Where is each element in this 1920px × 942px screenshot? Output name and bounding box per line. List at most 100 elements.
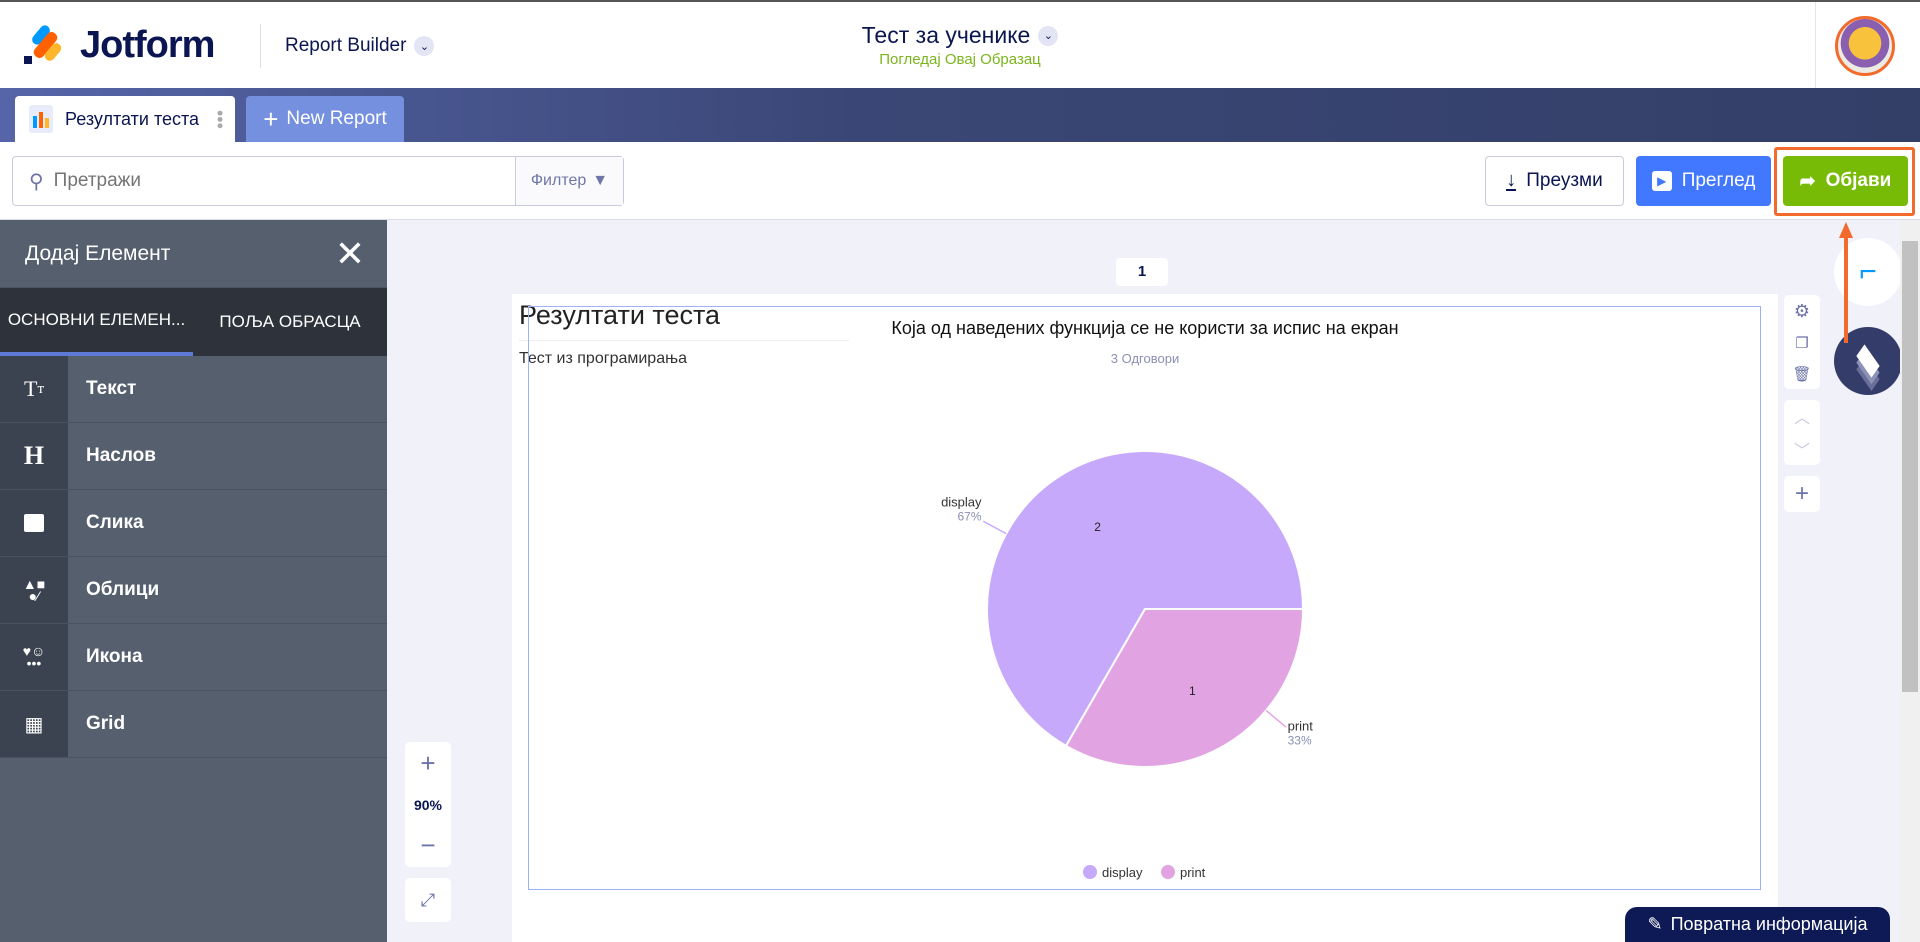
gear-icon[interactable]: ⚙ (1794, 301, 1810, 322)
annotation-arrowhead (1839, 222, 1853, 238)
play-icon: ▶ (1651, 171, 1672, 191)
chevron-down-icon[interactable]: ﹀ (1794, 437, 1810, 461)
tab-form-fields[interactable]: ПОЉА ОБРАСЦА (193, 288, 387, 356)
app-name: Report Builder (285, 35, 407, 56)
slice-value-label: 2 (1094, 520, 1101, 534)
element-image[interactable]: Слика (0, 490, 387, 557)
element-label: Grid (86, 713, 126, 734)
feedback-icon: ✎ (1647, 914, 1663, 934)
app-switcher[interactable]: Report Builder ⌄ (285, 35, 435, 57)
zoom-level: 90% (413, 796, 443, 813)
panel-header: Додај Елемент ✕ (0, 220, 387, 288)
funnel-icon: ▼ (592, 172, 609, 189)
preview-button[interactable]: ▶ Преглед (1636, 156, 1771, 206)
tab-report-results[interactable]: Резултати теста ••• (15, 96, 235, 142)
new-report-label: New Report (286, 108, 387, 129)
search-input[interactable] (53, 170, 474, 192)
paint-roller-icon: ⌐ (1859, 255, 1877, 288)
publish-label: Објави (1825, 170, 1892, 191)
form-title-area: Тест за ученике ⌄ Погледај Овај Образац (760, 22, 1160, 68)
bar-chart-icon (29, 105, 53, 133)
zoom-out-icon[interactable]: − (420, 830, 435, 861)
element-heading[interactable]: H Наслов (0, 423, 387, 490)
download-button[interactable]: ↓ Преузми (1485, 156, 1624, 206)
form-title[interactable]: Тест за ученике ⌄ (862, 22, 1059, 49)
search-icon: ⚲ (29, 170, 44, 193)
feedback-button[interactable]: ✎ Повратна информација (1625, 907, 1890, 942)
text-icon: Tт (0, 356, 68, 422)
heart-smiley-icon: ♥☺ ••• (0, 624, 68, 690)
element-label: Слика (86, 512, 144, 533)
search-box: ⚲ Филтер ▼ (12, 156, 624, 206)
legend-label[interactable]: print (1180, 865, 1206, 880)
slice-percent-label: 67% (957, 509, 981, 523)
close-icon[interactable]: ✕ (335, 233, 365, 275)
divider (1815, 2, 1816, 90)
legend-marker (1161, 865, 1175, 879)
top-header: Jotform Report Builder ⌄ Тест за ученике… (0, 0, 1920, 90)
element-label: Текст (86, 378, 137, 399)
form-title-text: Тест за ученике (861, 22, 1031, 48)
scrollbar-thumb[interactable] (1902, 241, 1918, 692)
zoom-in-icon[interactable]: + (420, 748, 435, 779)
element-grid[interactable]: ▦ Grid (0, 691, 387, 758)
scrollbar[interactable] (1900, 220, 1920, 942)
panel-title: Додај Елемент (25, 241, 171, 265)
share-arrow-icon: ➦ (1799, 170, 1816, 192)
leader-line (1265, 709, 1287, 728)
element-icon[interactable]: ♥☺ ••• Икона (0, 624, 387, 691)
image-icon (0, 490, 68, 556)
duplicate-icon[interactable]: ❐ (1795, 334, 1808, 352)
chevron-down-icon: ⌄ (414, 36, 435, 56)
element-shapes[interactable]: ▲■ ●⁄ Облици (0, 557, 387, 624)
publish-button[interactable]: ➦ Објави (1783, 156, 1908, 206)
page-number: 1 (1116, 258, 1168, 286)
filter-button[interactable]: Филтер ▼ (515, 157, 623, 205)
element-label: Наслов (86, 445, 156, 466)
annotation-arrow (1844, 232, 1848, 343)
legend-marker (1083, 865, 1097, 879)
add-below-button[interactable]: + (1784, 476, 1820, 512)
jotform-logo-icon[interactable] (24, 23, 64, 64)
layers-icon (1856, 344, 1880, 378)
element-label: Облици (86, 579, 160, 600)
panel-tabs: ОСНОВНИ ЕЛЕМЕН... ПОЉА ОБРАСЦА (0, 288, 387, 356)
leader-line (982, 520, 1007, 535)
download-label: Преузми (1526, 170, 1603, 191)
divider (260, 24, 261, 68)
reorder-controls: ︿ ﹀ (1784, 400, 1820, 465)
plus-icon: + (263, 103, 279, 134)
slice-category-label: display (941, 494, 982, 509)
more-options-icon[interactable]: ••• (210, 110, 230, 129)
element-label: Икона (86, 646, 143, 667)
toolbar: ⚲ Филтер ▼ ↓ Преузми ▶ Преглед ➦ Објави (0, 142, 1920, 220)
zoom-controls: + 90% − (405, 742, 451, 867)
add-element-panel: Додај Елемент ✕ ОСНОВНИ ЕЛЕМЕН... ПОЉА О… (0, 220, 387, 942)
logo-text: Jotform (80, 24, 215, 66)
fit-screen-button[interactable]: ⤢ (405, 878, 451, 922)
slice-value-label: 1 (1189, 684, 1196, 698)
element-text[interactable]: Tт Текст (0, 356, 387, 423)
element-actions: ⚙ ❐ 🗑 (1784, 295, 1820, 389)
new-report-tab[interactable]: + New Report (246, 96, 404, 142)
plus-icon: + (1794, 480, 1809, 507)
view-form-link[interactable]: Погледај Овај Образац (760, 51, 1160, 68)
pie-chart: 2display67%1print33% display print (941, 450, 1313, 880)
filter-label: Филтер (530, 172, 587, 189)
expand-icon: ⤢ (420, 889, 436, 910)
slice-percent-label: 33% (1288, 733, 1312, 747)
tab-basic-elements[interactable]: ОСНОВНИ ЕЛЕМЕН... (0, 288, 193, 356)
download-icon: ↓ (1506, 169, 1517, 191)
heading-icon: H (0, 423, 68, 489)
legend-label[interactable]: display (1102, 865, 1143, 880)
shapes-icon: ▲■ ●⁄ (0, 557, 68, 623)
tab-label: Резултати теста (65, 108, 200, 129)
feedback-label: Повратна информација (1670, 914, 1868, 934)
preview-label: Преглед (1681, 170, 1756, 191)
grid-icon: ▦ (0, 691, 68, 757)
chevron-down-icon: ⌄ (1038, 25, 1059, 46)
trash-icon[interactable]: 🗑 (1792, 365, 1811, 383)
avatar[interactable] (1835, 16, 1895, 76)
report-tabs: Резултати теста ••• + New Report (0, 88, 1920, 142)
chevron-up-icon[interactable]: ︿ (1794, 404, 1810, 428)
